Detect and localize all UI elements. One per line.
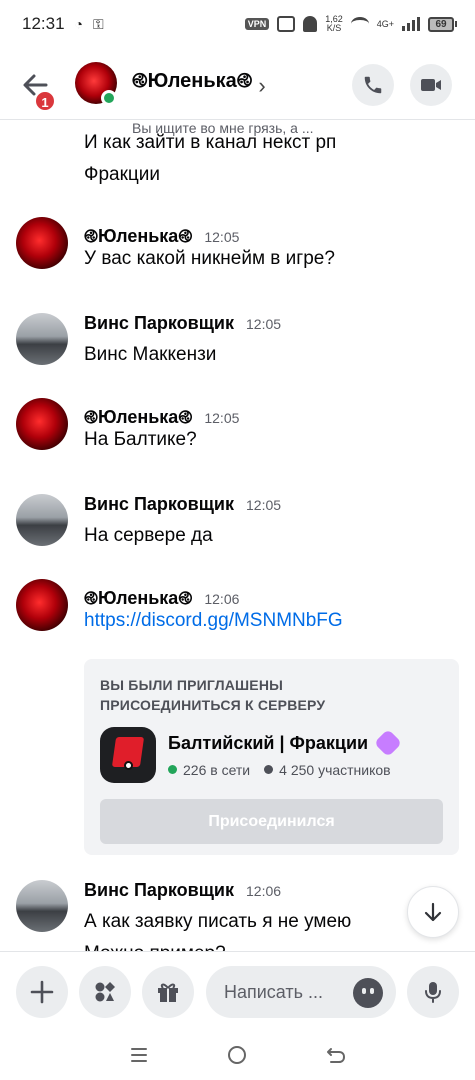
menu-icon [131, 1047, 148, 1062]
phone-icon [364, 76, 382, 94]
timestamp: 12:05 [246, 316, 282, 332]
avatar[interactable] [16, 494, 68, 546]
invite-title: ПРИСОЕДИНИТЬСЯ К СЕРВЕРУ [100, 697, 326, 713]
joined-button[interactable]: Присоединился [100, 799, 443, 844]
gift-button[interactable] [142, 966, 194, 1018]
attach-button[interactable] [16, 966, 68, 1018]
status-time: 12:31 [22, 14, 65, 33]
members-dot-icon [264, 765, 274, 774]
username[interactable]: Винс Парковщик [84, 313, 234, 334]
online-count: 226 в сети [183, 761, 251, 778]
apps-button[interactable] [79, 966, 131, 1018]
chat-header: 1 ࿋Юленька࿋ › Вы ищите во мне грязь, а .… [0, 48, 475, 136]
message-text: На Балтике? [84, 429, 197, 450]
message-text: И как зайти в канал некст рп [84, 132, 337, 153]
gift-icon [158, 983, 178, 1002]
message-text: На сервере да [84, 525, 213, 546]
home-circle-icon [228, 1045, 247, 1064]
message-list[interactable]: И как зайти в канал некст рп Фракции ࿋Юл… [0, 121, 475, 951]
timestamp: 12:05 [204, 410, 240, 426]
nav-back-button[interactable] [324, 1043, 348, 1067]
plus-icon [30, 980, 54, 1004]
signal-icon [402, 17, 420, 31]
message-text: Можно пример? [84, 938, 459, 951]
battery-level: 69 [428, 16, 454, 32]
username[interactable]: Винс Парковщик [84, 494, 234, 515]
server-stats: 226 в сети 4 250 участников [168, 762, 398, 778]
avatar[interactable] [16, 880, 68, 932]
avatar[interactable] [16, 579, 68, 631]
message-text: Винс Маккензи [84, 344, 217, 365]
video-camera-icon [421, 79, 441, 91]
member-count: 4 250 участников [279, 761, 391, 778]
avatar[interactable] [16, 313, 68, 365]
online-status-icon [101, 90, 117, 106]
username[interactable]: Винс Парковщик [84, 880, 234, 901]
voice-call-button[interactable] [352, 64, 394, 106]
page-title: ࿋Юленька࿋ › [132, 58, 332, 114]
jump-to-bottom-button[interactable] [407, 886, 459, 938]
avatar[interactable] [16, 217, 68, 269]
invite-link[interactable]: https://discord.gg/MSNMNbFG [84, 605, 459, 637]
video-call-button[interactable] [410, 64, 452, 106]
nav-menu-button[interactable] [127, 1043, 151, 1067]
server-name[interactable]: Балтийский | Фракции [168, 733, 368, 754]
system-nav-bar [0, 1029, 475, 1080]
message-composer: Написать ... [0, 951, 475, 1029]
message-text: Фракции [84, 164, 160, 185]
unread-badge: 1 [34, 90, 56, 112]
server-invite-card: ВЫ БЫЛИ ПРИГЛАШЕНЫ ПРИСОЕДИНИТЬСЯ К СЕРВ… [84, 659, 459, 855]
avatar[interactable] [16, 398, 68, 450]
message-text: А как заявку писать я не умею [84, 911, 352, 932]
chevron-right-icon: › [258, 73, 266, 98]
battery-icon: 69 [428, 16, 457, 32]
invite-title: ВЫ БЫЛИ ПРИГЛАШЕНЫ [100, 677, 284, 693]
apps-icon [95, 982, 115, 1002]
message-text: У вас какой никнейм в игре? [84, 248, 335, 269]
status-bar: 12:31 ◔ ⚿ VPN 1,62 K/S 4G+ 69 [0, 0, 475, 48]
microphone-icon [425, 982, 441, 1003]
timestamp: 12:05 [246, 497, 282, 513]
nav-home-button[interactable] [225, 1043, 249, 1067]
net-type: 4G+ [376, 18, 394, 29]
vpn-icon: VPN [244, 18, 270, 30]
emoji-button[interactable] [353, 978, 383, 1008]
voice-message-button[interactable] [407, 966, 459, 1018]
channel-name: ࿋Юленька࿋ [132, 70, 253, 92]
nfc-icon [277, 16, 296, 32]
message-notification-icon: ◔ [74, 16, 84, 32]
wifi-icon [350, 17, 369, 31]
key-icon: ⚿ [93, 15, 104, 32]
boost-badge-icon [373, 728, 403, 758]
server-icon[interactable] [100, 727, 156, 783]
net-speed: 1,62 K/S [325, 14, 343, 33]
mute-bell-icon [303, 16, 318, 32]
online-dot-icon [168, 765, 177, 774]
timestamp: 12:06 [246, 883, 282, 899]
arrow-down-icon [424, 902, 442, 922]
back-arrow-icon [326, 1047, 345, 1063]
